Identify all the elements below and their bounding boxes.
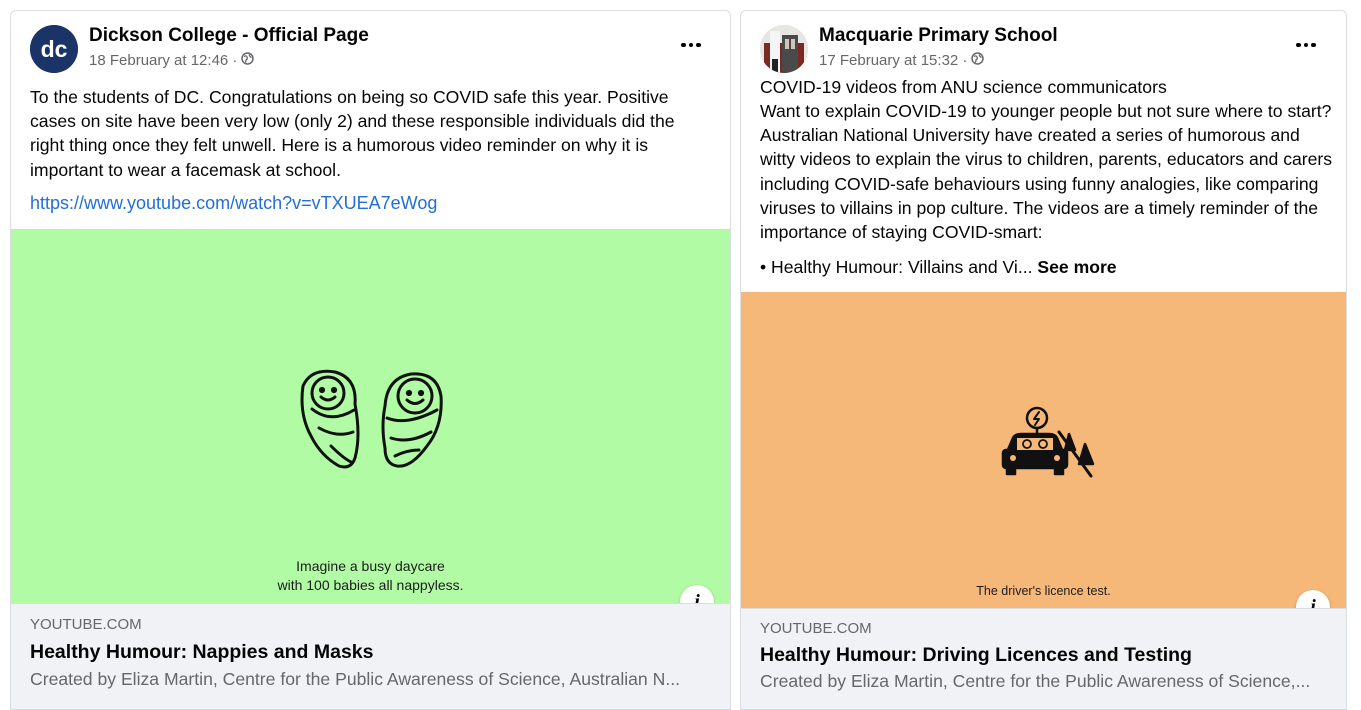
preview-domain: YOUTUBE.COM <box>30 616 142 633</box>
preview-description: Created by Eliza Martin, Centre for the … <box>760 671 1311 691</box>
preview-title[interactable]: Healthy Humour: Nappies and Masks <box>30 641 374 664</box>
bullet-text: • Healthy Humour: Villains and Vi... <box>760 257 1038 277</box>
post-macquarie-primary: Macquarie Primary School 17 February at … <box>740 10 1347 710</box>
dc-logo-icon: dc <box>30 25 78 73</box>
school-building-icon <box>760 25 808 73</box>
preview-title[interactable]: Healthy Humour: Driving Licences and Tes… <box>760 644 1192 667</box>
video-caption: Imagine a busy daycare with 100 babies a… <box>11 557 730 595</box>
post-body-text: Want to explain COVID-19 to younger peop… <box>760 101 1333 243</box>
swaddled-babies-icon <box>300 369 443 469</box>
page-name[interactable]: Dickson College - Official Page <box>89 25 369 47</box>
link-preview-card[interactable]: YOUTUBE.COM Healthy Humour: Driving Lice… <box>741 608 1346 709</box>
preview-domain: YOUTUBE.COM <box>760 620 872 637</box>
page-avatar[interactable] <box>760 25 808 73</box>
video-thumbnail[interactable]: The driver's licence test. i <box>741 292 1346 608</box>
timestamp-text[interactable]: 17 February at 15:32 · <box>819 52 967 69</box>
post-dickson-college: dc Dickson College - Official Page 18 Fe… <box>10 10 731 710</box>
post-body-line-1: COVID-19 videos from ANU science communi… <box>760 77 1167 97</box>
more-options-icon[interactable] <box>676 35 706 55</box>
caption-line-2: with 100 babies all nappyless. <box>277 577 464 593</box>
page-avatar[interactable]: dc <box>30 25 78 73</box>
caption-line-1: Imagine a busy daycare <box>296 558 445 574</box>
link-preview-card[interactable]: YOUTUBE.COM Healthy Humour: Nappies and … <box>11 603 730 709</box>
post-timestamp[interactable]: 17 February at 15:32 · <box>819 52 985 69</box>
globe-icon <box>971 52 985 69</box>
see-more-link[interactable]: See more <box>1037 257 1116 277</box>
preview-description: Created by Eliza Martin, Centre for the … <box>30 669 680 689</box>
video-caption: The driver's licence test. <box>976 584 1111 598</box>
post-timestamp[interactable]: 18 February at 12:46 · <box>89 52 255 69</box>
globe-icon <box>241 52 255 69</box>
timestamp-text[interactable]: 18 February at 12:46 · <box>89 52 237 69</box>
post-link[interactable]: https://www.youtube.com/watch?v=vTXUEA7e… <box>30 193 437 214</box>
more-options-icon[interactable] <box>1291 35 1321 55</box>
page-name[interactable]: Macquarie Primary School <box>819 25 1058 47</box>
post-body-text: To the students of DC. Congratulations o… <box>30 87 675 180</box>
post-bullet: • Healthy Humour: Villains and Vi... See… <box>760 255 1340 279</box>
svg-text:dc: dc <box>41 36 68 62</box>
car-driving-test-icon <box>1001 406 1095 478</box>
video-thumbnail[interactable]: Imagine a busy daycare with 100 babies a… <box>11 229 730 603</box>
